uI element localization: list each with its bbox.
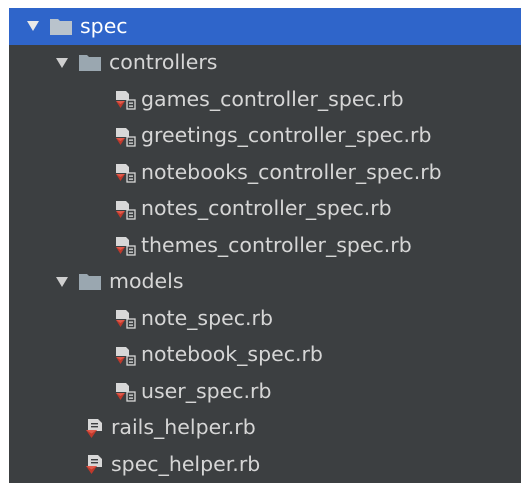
- tree-item-label: rails_helper.rb: [111, 415, 256, 439]
- tree-item-label: notebooks_controller_spec.rb: [141, 159, 442, 184]
- tree-item-file[interactable]: themes_controller_spec.rb: [9, 227, 521, 264]
- tree-item-label: spec: [80, 13, 128, 38]
- ruby-file-icon: [83, 452, 107, 476]
- expand-arrow-icon[interactable]: [55, 275, 69, 289]
- tree-item-file[interactable]: note_spec.rb: [9, 300, 521, 337]
- ruby-test-file-icon: [113, 379, 137, 403]
- tree-item-file[interactable]: greetings_controller_spec.rb: [9, 118, 521, 155]
- tree-item-file[interactable]: spec_helper.rb: [9, 446, 521, 483]
- tree-item-label: games_controller_spec.rb: [141, 86, 404, 111]
- ruby-test-file-icon: [113, 124, 137, 148]
- folder-icon: [79, 54, 103, 72]
- tree-item-file[interactable]: games_controller_spec.rb: [9, 81, 521, 118]
- project-tree-panel: spec controllers games_controller_spec.r…: [9, 8, 521, 483]
- tree-item-models-folder[interactable]: models: [9, 264, 521, 301]
- ruby-test-file-icon: [113, 197, 137, 221]
- ruby-test-file-icon: [113, 306, 137, 330]
- tree-item-label: greetings_controller_spec.rb: [141, 123, 432, 147]
- tree-item-label: notes_controller_spec.rb: [141, 196, 392, 220]
- folder-icon: [50, 17, 74, 35]
- ruby-test-file-icon: [113, 233, 137, 257]
- expand-arrow-icon[interactable]: [55, 56, 69, 70]
- folder-icon: [79, 273, 103, 291]
- tree-item-controllers-folder[interactable]: controllers: [9, 45, 521, 82]
- tree-item-label: themes_controller_spec.rb: [141, 232, 412, 257]
- tree-item-file[interactable]: notebooks_controller_spec.rb: [9, 154, 521, 191]
- tree-item-label: note_spec.rb: [141, 305, 273, 330]
- expand-arrow-icon[interactable]: [26, 19, 40, 33]
- tree-item-label: spec_helper.rb: [111, 451, 261, 476]
- tree-item-label: notebook_spec.rb: [141, 342, 323, 366]
- ruby-test-file-icon: [113, 343, 137, 367]
- ruby-file-icon: [83, 416, 107, 440]
- tree-item-file[interactable]: notes_controller_spec.rb: [9, 191, 521, 228]
- tree-item-file[interactable]: user_spec.rb: [9, 373, 521, 410]
- ruby-test-file-icon: [113, 160, 137, 184]
- ruby-test-file-icon: [113, 87, 137, 111]
- tree-item-file[interactable]: notebook_spec.rb: [9, 337, 521, 374]
- tree-item-file[interactable]: rails_helper.rb: [9, 410, 521, 447]
- file-tree: spec controllers games_controller_spec.r…: [9, 8, 521, 483]
- tree-item-label: models: [109, 269, 184, 293]
- tree-item-label: user_spec.rb: [141, 378, 272, 403]
- tree-item-spec-folder[interactable]: spec: [9, 8, 521, 45]
- tree-item-label: controllers: [109, 50, 218, 74]
